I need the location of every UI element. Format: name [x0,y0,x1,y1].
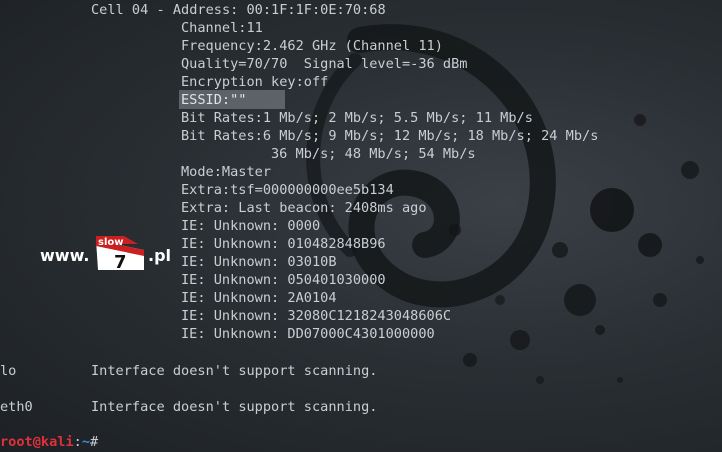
terminal-line: Frequency:2.462 GHz (Channel 11) [181,38,443,54]
terminal-line: IE: Unknown: 03010B [181,254,337,270]
slow7-watermark: www. slow 7 .pl [40,228,180,278]
prompt-separator: : [73,434,82,450]
shell-prompt[interactable]: root@kali:~# [0,433,98,451]
logo-brand-top: slow [98,237,124,248]
terminal-line: IE: Unknown: 0000 [181,218,321,234]
prompt-user: root@kali [0,434,74,450]
watermark-prefix: www. [40,246,90,265]
interface-name-lo: lo [0,363,17,379]
terminal-line: Channel:11 [181,20,263,36]
terminal-window[interactable]: Cell 04 - Address: 00:1F:1F:0E:70:68 Cha… [0,0,722,452]
terminal-line: Mode:Master [181,164,272,180]
slow7-logo: slow 7 [96,236,144,272]
terminal-line: IE: Unknown: 010482848B96 [181,236,386,252]
terminal-line: Extra:tsf=000000000ee5b134 [181,182,394,198]
interface-msg-lo: Interface doesn't support scanning. [91,363,378,379]
prompt-path: ~ [81,434,91,450]
terminal-line: Bit Rates:1 Mb/s; 2 Mb/s; 5.5 Mb/s; 11 M… [181,110,533,126]
terminal-line: Cell 04 - Address: 00:1F:1F:0E:70:68 [91,2,386,18]
terminal-line: Encryption key:off [181,74,329,90]
logo-brand-num: 7 [114,252,127,272]
terminal-line: Extra: Last beacon: 2408ms ago [181,200,427,216]
essid-line[interactable]: ESSID:"" [181,91,246,109]
terminal-line: IE: Unknown: 32080C1218243048606C [181,308,452,324]
interface-msg-eth0: Interface doesn't support scanning. [91,399,378,415]
terminal-line: 36 Mb/s; 48 Mb/s; 54 Mb/s [271,146,476,162]
terminal-line: IE: Unknown: DD07000C4301000000 [181,326,435,342]
terminal-line: IE: Unknown: 050401030000 [181,272,386,288]
watermark-suffix: .pl [148,246,172,265]
prompt-symbol: # [90,434,99,450]
terminal-line: Bit Rates:6 Mb/s; 9 Mb/s; 12 Mb/s; 18 Mb… [181,128,599,144]
terminal-line: Quality=70/70 Signal level=-36 dBm [181,56,468,72]
terminal-line: IE: Unknown: 2A0104 [181,290,337,306]
interface-name-eth0: eth0 [0,399,33,415]
